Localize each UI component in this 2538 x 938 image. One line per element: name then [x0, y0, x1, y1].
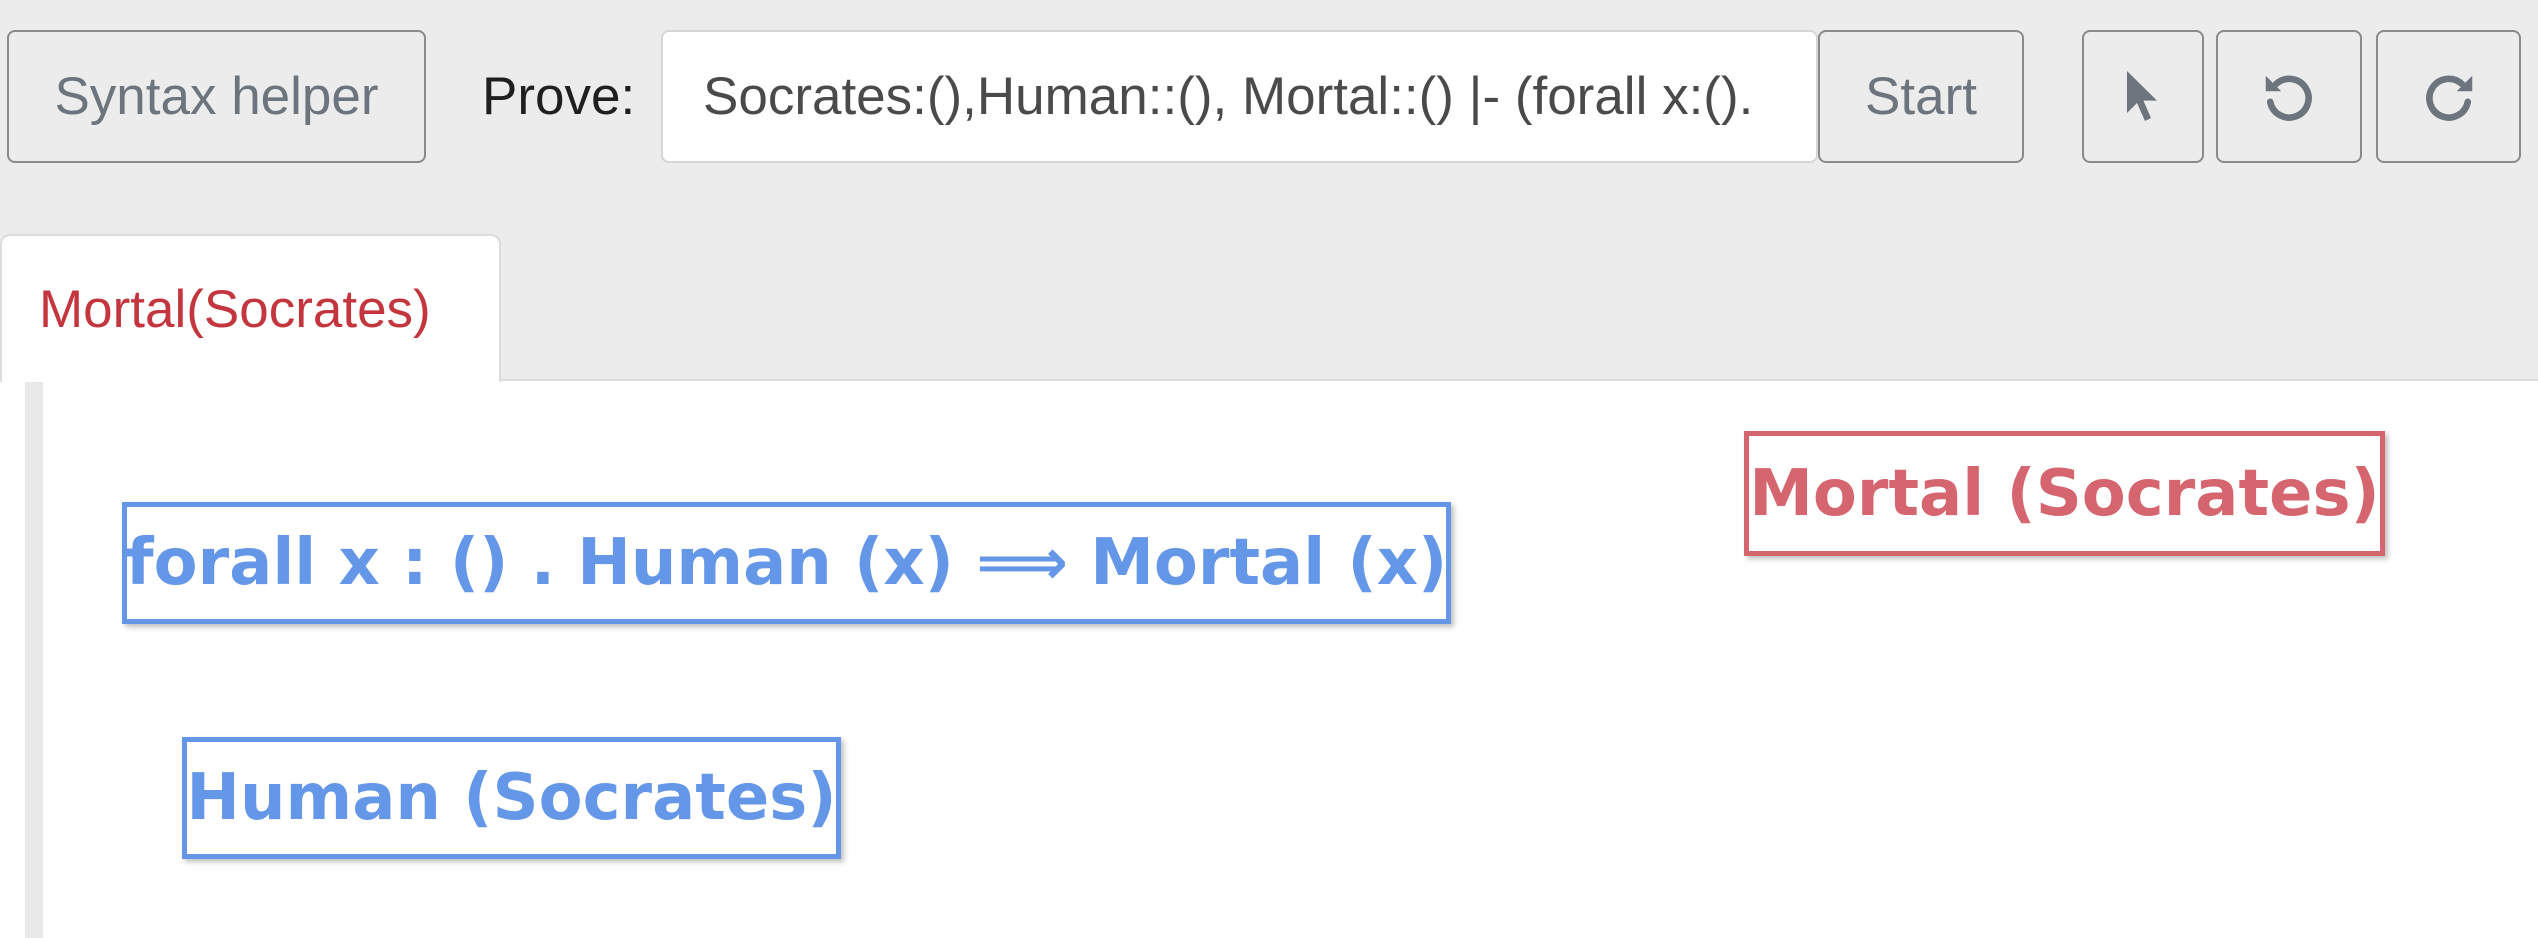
select-tool-button[interactable]: [2082, 30, 2204, 163]
tab-label: Mortal(Socrates): [39, 279, 431, 339]
cursor-icon: [2123, 69, 2163, 125]
syntax-helper-button[interactable]: Syntax helper: [7, 30, 426, 163]
redo-button[interactable]: [2376, 30, 2521, 163]
workspace-gutter: [25, 381, 43, 938]
hypothesis-forall-formula[interactable]: forall x : () . Human (x) ⟹ Mortal (x): [122, 502, 1451, 624]
undo-icon: [2258, 66, 2320, 128]
start-button[interactable]: Start: [1818, 30, 2024, 163]
hypothesis-human-socrates[interactable]: Human (Socrates): [182, 737, 841, 859]
prove-input[interactable]: [661, 30, 1818, 163]
prove-label: Prove:: [482, 67, 636, 126]
redo-icon: [2418, 66, 2480, 128]
goal-mortal-socrates[interactable]: Mortal (Socrates): [1744, 431, 2385, 556]
tab-mortal-socrates[interactable]: Mortal(Socrates): [0, 234, 501, 382]
undo-button[interactable]: [2216, 30, 2362, 163]
